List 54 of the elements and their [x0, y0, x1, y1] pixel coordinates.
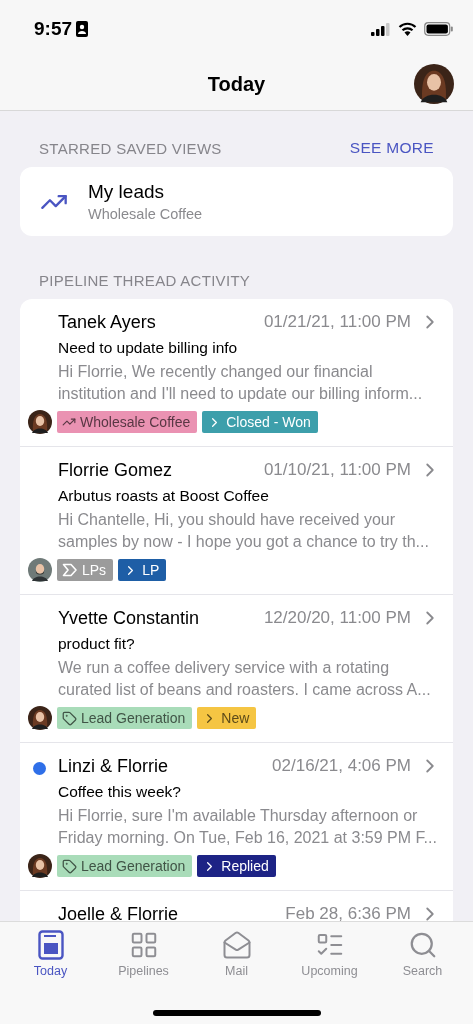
tag-label: Replied [221, 858, 269, 874]
tag-label: LP [142, 562, 160, 578]
thread-row[interactable]: Linzi & Florrie 02/16/21, 4:06 PM Coffee this week? Hi Florrie, sure I'm available Thursday afternoon or Friday morning. On Tue, Feb 16, 2021 at 3:59 PM F... Lead Generation Replied [20, 743, 453, 891]
status-time: 9:57 [34, 18, 73, 40]
tab-button[interactable]: Today [5, 930, 96, 978]
tag-label: Wholesale Coffee [80, 414, 191, 430]
pipeline-icon [62, 563, 78, 577]
thread-preview: Hi Florrie, We recently changed our financial institution and I'll need to update our billing inform... [58, 362, 424, 404]
thread-row[interactable]: Joelle & Florrie Feb 28, 6:36 PM [20, 891, 453, 921]
see-more-link[interactable]: SEE MORE [349, 139, 434, 157]
signal-icon [371, 22, 391, 36]
thread-row[interactable]: Yvette Constantin 12/20/20, 11:00 PM product fit? We run a coffee delivery service with a rotating curated list of beans and roasters. I came across A... Lead Generation New [20, 595, 453, 743]
person-avatar [28, 410, 52, 434]
thread-date: 12/20/20, 11:00 PM [263, 608, 411, 628]
tag-label: LPs [82, 562, 107, 578]
thread-subject: Arbutus roasts at Boost Coffee [58, 487, 270, 505]
person-avatar [28, 854, 52, 878]
tag-label: Lead Generation [81, 710, 186, 726]
tag-label: New [221, 710, 250, 726]
profile-avatar[interactable] [414, 64, 454, 104]
saved-view-card[interactable]: My leads Wholesale Coffee [20, 167, 453, 236]
thread-date: 01/21/21, 11:00 PM [263, 312, 411, 332]
thread-name: Yvette Constantin [58, 607, 200, 629]
tag-icon [62, 858, 77, 874]
person-avatar [28, 558, 52, 582]
battery-icon [424, 22, 453, 36]
thread-name: Joelle & Florrie [58, 903, 179, 921]
thread-preview: Hi Chantelle, Hi, you should have received your samples by now - I hope you got a chance to try th... [58, 510, 430, 552]
person-avatar [28, 706, 52, 730]
thread-date: 01/10/21, 11:00 PM [263, 460, 411, 480]
section-heading: STARRED SAVED VIEWS [39, 139, 222, 157]
tag-label: Closed - Won [226, 414, 311, 430]
thread-preview: Hi Florrie, sure I'm available Thursday afternoon or Friday morning. On Tue, Feb 16, 2021 at 3:59 PM F... [58, 806, 438, 848]
thread-date: 02/16/21, 4:06 PM [272, 756, 411, 776]
thread-subject: Need to update billing info [58, 339, 239, 357]
thread-name: Tanek Ayers [58, 311, 156, 333]
thread-date: Feb 28, 6:36 PM [285, 904, 411, 921]
mail-icon [221, 930, 252, 960]
thread-name: Linzi & Florrie [58, 755, 169, 777]
page-title: Today [207, 72, 266, 96]
thread-subject: Coffee this week? [58, 783, 182, 801]
thread-preview: We run a coffee delivery service with a rotating curated list of beans and roasters. I came across A... [58, 658, 432, 700]
thread-name: Florrie Gomez [58, 459, 173, 481]
section-heading: PIPELINE THREAD ACTIVITY [39, 272, 251, 289]
view-title: My leads [88, 181, 166, 203]
view-subtitle: Wholesale Coffee [88, 206, 203, 222]
thread-row[interactable]: Tanek Ayers 01/21/21, 11:00 PM Need to update billing info Hi Florrie, We recently changed our financial institution and I'll need to update our billing inform... Wholesale Coffee Closed - Won [20, 299, 453, 447]
thread-subject: product fit? [58, 635, 136, 653]
wifi-icon [398, 22, 417, 36]
newspaper-icon [37, 930, 64, 960]
thread-row[interactable]: Florrie Gomez 01/10/21, 11:00 PM Arbutus roasts at Boost Coffee Hi Chantelle, Hi, you should have received your samples by now - I hope you got a chance to try th... LPs LP [20, 447, 453, 595]
tag-icon [62, 710, 77, 726]
id-badge-icon [76, 21, 89, 37]
tag-label: Lead Generation [81, 858, 186, 874]
